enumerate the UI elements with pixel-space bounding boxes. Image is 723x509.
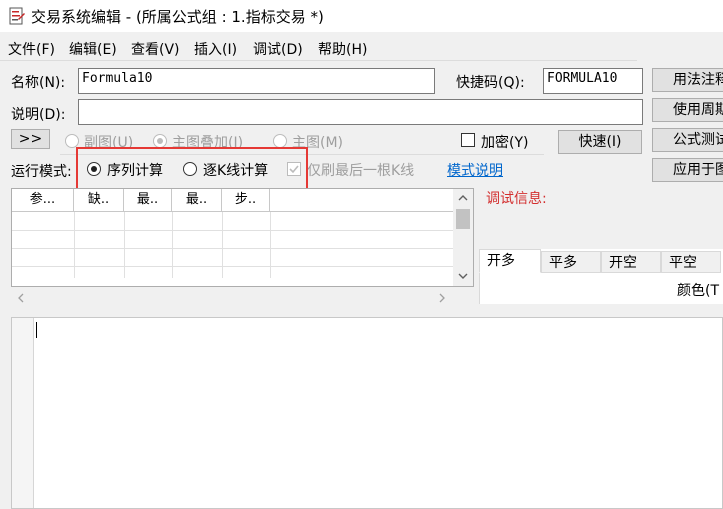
shortcut-input[interactable]: FORMULA10: [543, 68, 643, 94]
checkbox-icon[interactable]: [461, 133, 475, 147]
radio-icon[interactable]: [273, 134, 287, 148]
params-vertical-scrollbar[interactable]: [453, 189, 473, 286]
scroll-right-icon[interactable]: [436, 292, 448, 304]
scroll-thumb[interactable]: [456, 209, 470, 229]
description-input[interactable]: [78, 99, 643, 125]
params-col-default[interactable]: 缺..: [74, 189, 124, 211]
color-label[interactable]: 颜色(T: [677, 280, 719, 300]
code-editor[interactable]: [11, 317, 723, 509]
scroll-down-icon[interactable]: [457, 269, 469, 283]
menu-file[interactable]: 文件(F): [8, 39, 55, 59]
mode-help-link[interactable]: 模式说明: [447, 160, 503, 180]
name-input[interactable]: Formula10: [78, 68, 435, 94]
grid-line: [270, 212, 271, 278]
apply-to-chart-button[interactable]: 应用于图: [652, 158, 723, 182]
menu-view[interactable]: 查看(V): [131, 39, 180, 59]
highlight-box: [76, 147, 308, 191]
formula-test-button[interactable]: 公式测试: [652, 128, 723, 152]
description-label: 说明(D):: [11, 107, 66, 123]
scroll-left-icon[interactable]: [15, 292, 27, 304]
params-col-name[interactable]: 参...: [12, 189, 74, 211]
params-horizontal-scrollbar[interactable]: [12, 290, 452, 307]
window-title: 交易系统编辑 - (所属公式组 : 1.指标交易 *): [31, 8, 324, 26]
text-cursor: [36, 322, 37, 338]
shortcut-label: 快捷码(Q):: [456, 75, 525, 91]
usage-period-button[interactable]: 使用周期: [652, 98, 723, 122]
menu-debug[interactable]: 调试(D): [253, 39, 303, 59]
menu-help[interactable]: 帮助(H): [318, 39, 367, 59]
usage-notes-button[interactable]: 用法注释: [652, 68, 723, 92]
expand-button[interactable]: >>: [11, 129, 50, 149]
title-bar: 交易系统编辑 - (所属公式组 : 1.指标交易 *): [0, 0, 723, 32]
editor-gutter: [12, 318, 34, 508]
grid-line: [12, 230, 453, 231]
app-icon: [9, 7, 25, 25]
grid-line: [222, 212, 223, 278]
quick-button[interactable]: 快速(I): [558, 130, 642, 154]
mode-label: 运行模式:: [11, 164, 72, 180]
grid-line: [12, 248, 453, 249]
grid-line: [124, 212, 125, 278]
params-table-header: 参... 缺.. 最.. 最.. 步..: [12, 189, 453, 212]
grid-line: [74, 212, 75, 278]
menu-separator: [0, 60, 637, 61]
radio-icon[interactable]: [65, 134, 79, 148]
params-col-max[interactable]: 最..: [172, 189, 222, 211]
tab-close-long[interactable]: 平多: [541, 251, 601, 273]
params-col-step[interactable]: 步..: [222, 189, 270, 211]
tab-open-long[interactable]: 开多: [479, 249, 541, 273]
name-label: 名称(N):: [11, 75, 66, 91]
params-col-min[interactable]: 最..: [124, 189, 172, 211]
grid-line: [172, 212, 173, 278]
debug-info-label: 调试信息:: [486, 191, 547, 207]
menu-edit[interactable]: 编辑(E): [69, 39, 117, 59]
tab-close-short[interactable]: 平空: [661, 251, 721, 273]
grid-line: [12, 266, 453, 267]
radio-icon[interactable]: [153, 134, 167, 148]
tab-open-short[interactable]: 开空: [601, 251, 661, 273]
menu-insert[interactable]: 插入(I): [194, 39, 237, 59]
last-bar-only-option[interactable]: 仅刷最后一根K线: [307, 160, 414, 180]
scroll-up-icon[interactable]: [457, 191, 469, 205]
params-table[interactable]: 参... 缺.. 最.. 最.. 步..: [11, 188, 474, 287]
encrypt-option[interactable]: 加密(Y): [481, 132, 528, 152]
